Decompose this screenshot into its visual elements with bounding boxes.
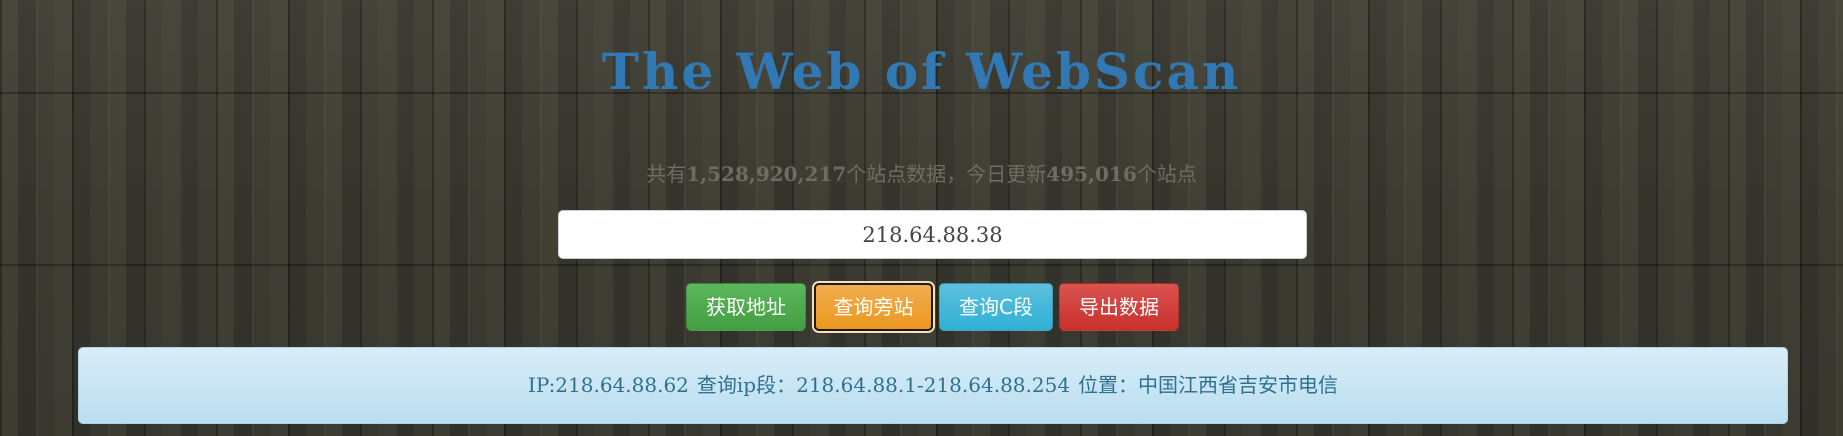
result-ip: IP:218.64.88.62 <box>527 373 689 397</box>
stats-suffix: 个站点 <box>1136 162 1197 186</box>
stats-prefix: 共有 <box>646 162 687 186</box>
search-input[interactable] <box>558 210 1307 259</box>
stats-total-sites: 1,528,920,217 <box>686 162 847 186</box>
stats-middle: 个站点数据，今日更新 <box>846 162 1047 186</box>
query-sibling-sites-button[interactable]: 查询旁站 <box>814 283 933 331</box>
page-title: The Web of WebScan <box>601 42 1242 101</box>
get-address-button[interactable]: 获取地址 <box>686 283 806 331</box>
result-info-bar: IP:218.64.88.62 查询ip段：218.64.88.1-218.64.… <box>78 347 1788 424</box>
page: The Web of WebScan 共有1,528,920,217个站点数据，… <box>0 0 1843 436</box>
stats-today-updated: 495,016 <box>1046 162 1137 186</box>
result-location: 位置：中国江西省吉安市电信 <box>1078 373 1339 397</box>
query-c-segment-button[interactable]: 查询C段 <box>939 283 1053 331</box>
site-stats: 共有1,528,920,217个站点数据，今日更新495,016个站点 <box>0 158 1843 187</box>
export-data-button[interactable]: 导出数据 <box>1059 283 1179 331</box>
result-ip-range: 查询ip段：218.64.88.1-218.64.88.254 <box>696 373 1071 397</box>
